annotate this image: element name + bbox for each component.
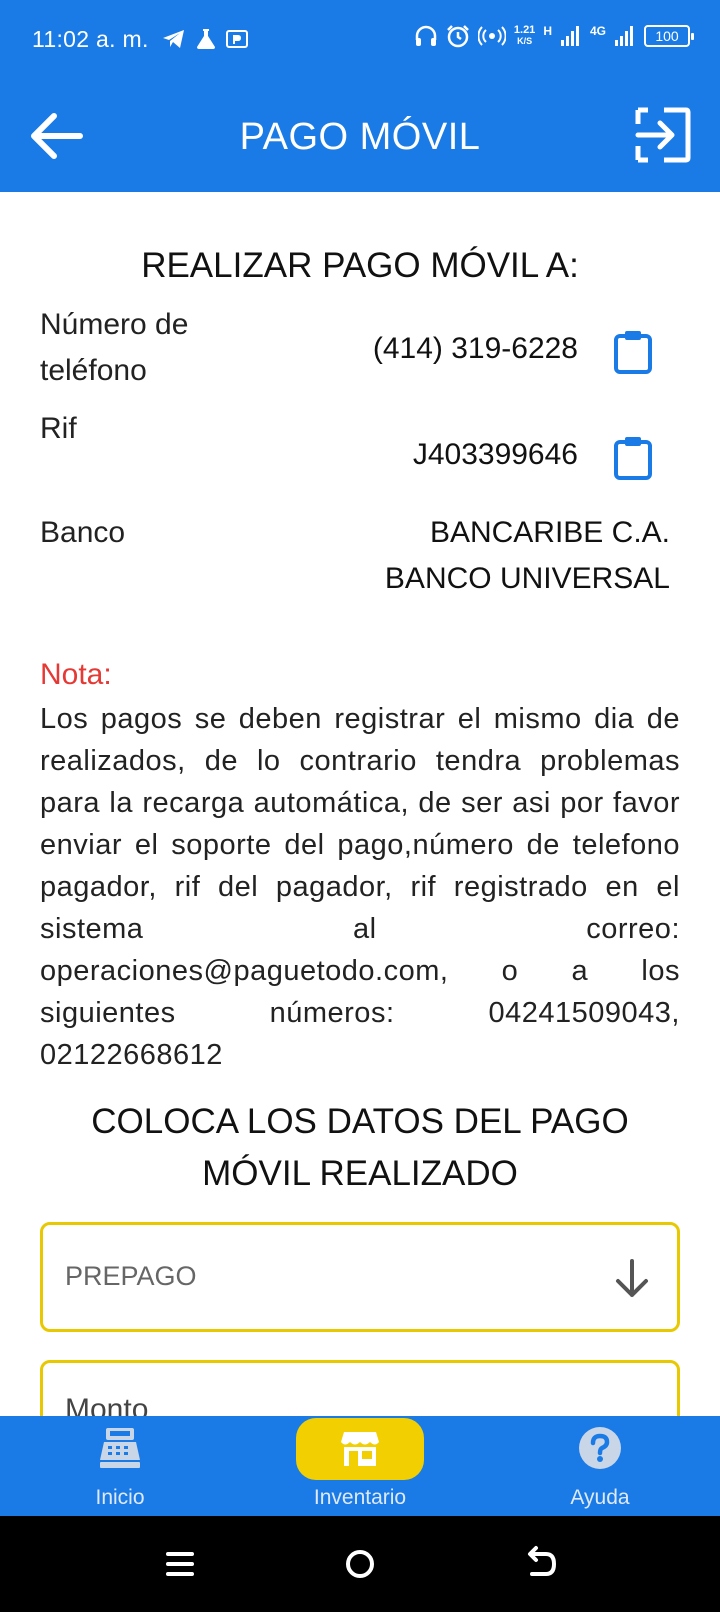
rif-value: J403399646 [412,438,578,471]
nav-label-inventario: Inventario [313,1486,407,1509]
battery-indicator: 100 [644,25,694,47]
main-content: REALIZAR PAGO MÓVIL A: Número de teléfon… [0,192,720,1416]
network-type-h: H [543,24,552,38]
bank-value-line1: BANCARIBE C.A. [429,516,670,549]
amount-placeholder: Monto [65,1393,149,1416]
clipboard-icon[interactable] [614,436,652,480]
system-nav-bar [0,1516,720,1612]
status-time: 11:02 a. m. [32,26,149,52]
bank-label: Banco [40,516,126,549]
bank-value: BANCARIBE C.A. BANCO UNIVERSAL [385,510,670,602]
bank-value-line2: BANCO UNIVERSAL [384,562,670,595]
system-status-icons: 1.21 K/S H 4G 100 [414,24,694,48]
signal-icon [560,26,579,46]
app-bar: 11:02 a. m. 1.21 K/S H 4G 100 PAGO MÓVIL [0,0,720,192]
nav-item-inicio[interactable]: Inicio [0,1416,240,1516]
alarm-icon [447,25,469,48]
operator-select-value: PREPAGO [65,1261,197,1291]
bottom-nav: Inicio Inventario Ayuda [0,1416,720,1516]
note-label: Nota: [40,658,112,691]
store-icon [341,1432,379,1466]
logout-icon[interactable] [634,106,692,164]
app-icon [226,30,248,48]
nav-item-inventario[interactable]: Inventario [240,1416,480,1516]
clipboard-icon[interactable] [614,330,652,374]
phone-label: Número de teléfono [40,302,188,394]
home-icon[interactable] [340,1544,380,1584]
cash-register-icon [100,1428,140,1468]
back-icon[interactable] [520,1544,560,1584]
speed-value: 1.21 [513,24,536,36]
notification-icons [162,28,248,50]
page-title: PAGO MÓVIL [239,116,481,158]
form-title-line2: MÓVIL REALIZADO [202,1154,518,1193]
status-bar: 11:02 a. m. 1.21 K/S H 4G 100 [0,0,720,80]
signal-icon-2 [615,26,633,46]
network-type-4g: 4G [589,24,606,38]
menu-icon[interactable] [160,1544,200,1584]
nav-label-ayuda: Ayuda [570,1486,630,1509]
phone-label-line2: teléfono [40,354,147,387]
hotspot-icon [477,26,506,46]
help-icon [579,1427,621,1469]
network-speed: 1.21 K/S [514,25,535,47]
phone-label-line1: Número de [40,308,189,341]
amount-field[interactable]: Monto [40,1360,680,1416]
speed-unit: K/S [517,36,533,46]
arrow-down-icon [616,1259,648,1297]
phone-value: (414) 319-6228 [372,332,578,365]
headphones-icon [415,25,437,46]
form-section-title: COLOCA LOS DATOS DEL PAGO MÓVIL REALIZAD… [0,1096,720,1200]
telegram-icon [163,30,184,48]
note-text: Los pagos se deben registrar el mismo di… [40,703,680,1071]
form-title-line1: COLOCA LOS DATOS DEL PAGO [91,1102,629,1141]
flask-icon [197,29,215,49]
rif-label: Rif [40,412,77,445]
header: PAGO MÓVIL [0,96,720,176]
nav-label-inicio: Inicio [95,1486,145,1509]
payment-section-title: REALIZAR PAGO MÓVIL A: [141,246,579,285]
operator-select[interactable]: PREPAGO [40,1222,680,1332]
nav-item-ayuda[interactable]: Ayuda [480,1416,720,1516]
